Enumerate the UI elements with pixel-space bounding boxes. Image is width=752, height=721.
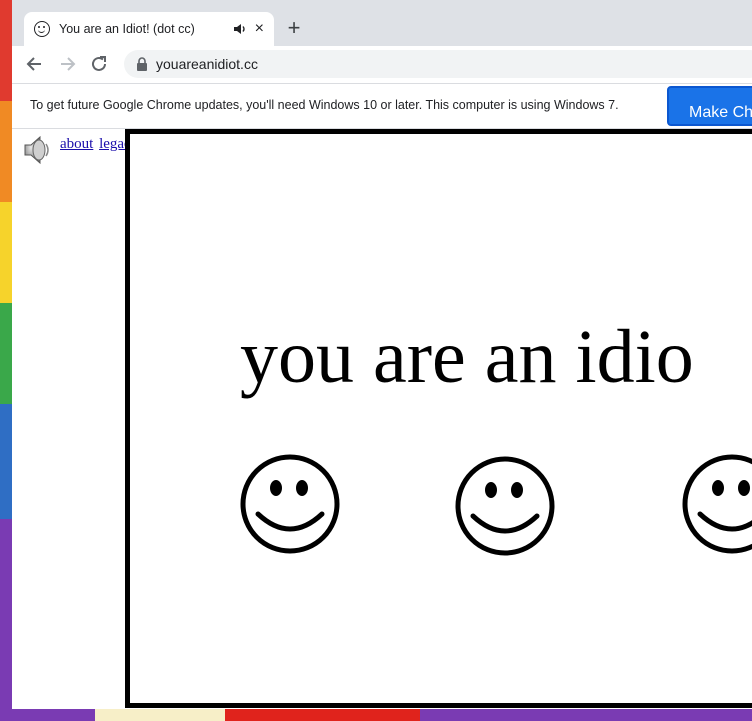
forward-icon[interactable]: [56, 53, 78, 75]
page-content: about legacy safe you are an idio: [12, 129, 752, 709]
speaker-icon[interactable]: [233, 22, 249, 36]
infobar-message: To get future Google Chrome updates, you…: [30, 98, 619, 112]
smiley-face-icon: [682, 454, 752, 554]
smiley-face-icon: [455, 456, 555, 556]
browser-toolbar: youareanidiot.cc: [12, 46, 752, 84]
popup-headline: you are an idio: [240, 315, 694, 399]
tab-close-icon[interactable]: ×: [255, 21, 264, 37]
browser-tab[interactable]: You are an Idiot! (dot cc) ×: [24, 12, 274, 46]
tab-title: You are an Idiot! (dot cc): [59, 22, 195, 36]
speaker-icon[interactable]: [22, 134, 54, 166]
about-link[interactable]: about: [60, 136, 93, 152]
new-tab-button[interactable]: +: [284, 17, 304, 40]
smiley-favicon-icon: [34, 21, 50, 37]
tab-strip: You are an Idiot! (dot cc) × +: [12, 0, 752, 46]
address-bar[interactable]: youareanidiot.cc: [124, 50, 752, 78]
smiley-face-icon: [240, 454, 340, 554]
make-chrome-button[interactable]: Make Ch: [667, 86, 752, 126]
make-chrome-label: Make Ch: [689, 104, 752, 121]
update-infobar: To get future Google Chrome updates, you…: [12, 84, 752, 129]
url-text: youareanidiot.cc: [156, 56, 258, 72]
desktop-bottom-strip: [0, 709, 752, 721]
lock-icon[interactable]: [136, 57, 148, 71]
idiot-popup-window: you are an idio: [125, 129, 752, 708]
reload-icon[interactable]: [88, 53, 110, 75]
back-icon[interactable]: [24, 53, 46, 75]
browser-window: You are an Idiot! (dot cc) × + youareani…: [12, 0, 752, 709]
